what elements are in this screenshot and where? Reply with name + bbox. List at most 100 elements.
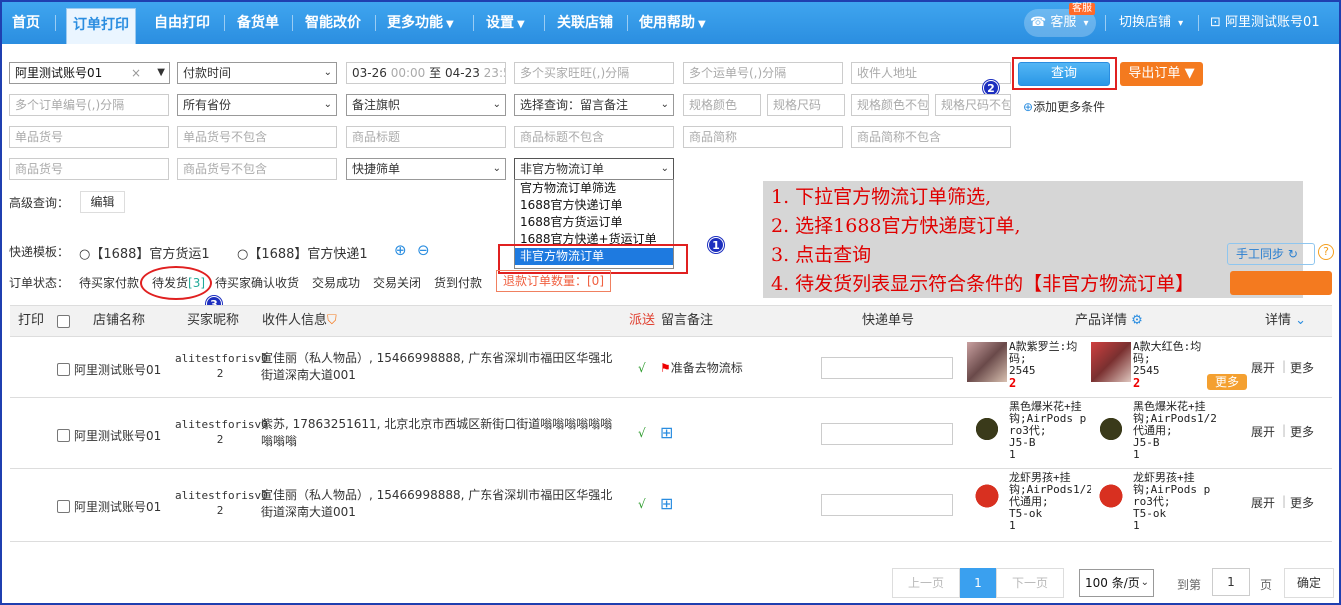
dropdown-option[interactable]: 1688官方快递订单	[515, 197, 673, 214]
spec-color-not-input[interactable]: 规格颜色不包含	[851, 94, 929, 116]
nav-linked-shops[interactable]: 关联店铺	[557, 2, 613, 44]
radio-icon[interactable]: ○	[237, 247, 248, 262]
date-range-input[interactable]: 03-26 00:00 至 04-23 23:59	[346, 62, 506, 84]
dropdown-option[interactable]: 官方物流订单筛选	[515, 180, 673, 197]
nav-separator	[1198, 15, 1199, 31]
row-checkbox[interactable]	[57, 429, 70, 442]
gear-icon[interactable]: ⚙	[1131, 313, 1143, 328]
nav-more-features-label: 更多功能	[387, 15, 443, 31]
logistics-select[interactable]: 非官方物流订单 ⌄	[514, 158, 674, 180]
orders-input[interactable]: 多个订单编号(,)分隔	[9, 94, 169, 116]
tab-awaiting-receipt[interactable]: 待买家确认收货	[215, 274, 299, 291]
nav-order-print[interactable]: 订单打印	[66, 8, 136, 44]
clear-icon[interactable]: ×	[131, 63, 141, 83]
current-page-button[interactable]: 1	[960, 568, 996, 598]
tab-completed[interactable]: 交易成功	[312, 274, 360, 291]
page-number-input[interactable]: 1	[1212, 568, 1250, 596]
instruction-line: 2. 选择1688官方快递度订单,	[771, 215, 1021, 237]
expand-link[interactable]: 展开	[1251, 423, 1275, 440]
select-query-select[interactable]: 选择查询：留言备注 ⌄	[514, 94, 674, 116]
switch-shop-button[interactable]: 切换店铺 ▾	[1119, 2, 1183, 44]
nav-settings[interactable]: 设置 ▼	[486, 2, 525, 44]
table-row: 阿里测试账号01 alitestforisv0 2 宣佳丽（私人物品）, 1546…	[10, 470, 1332, 542]
caret-down-icon: ▼	[157, 67, 165, 78]
add-remark-icon[interactable]: ⊞	[660, 423, 673, 442]
expand-link[interactable]: 展开	[1251, 359, 1275, 376]
next-page-button[interactable]: 下一页	[996, 568, 1064, 598]
title-input[interactable]: 商品标题	[346, 126, 506, 148]
more-products-badge[interactable]: 更多	[1207, 374, 1248, 390]
title-not-input[interactable]: 商品标题不包含	[514, 126, 674, 148]
template-option-express[interactable]: ○【1688】官方快递1	[237, 243, 368, 262]
remark-flag-select[interactable]: 备注旗帜 ⌄	[346, 94, 506, 116]
product-thumbnail	[967, 405, 1007, 445]
nav-more-features[interactable]: 更多功能 ▼	[387, 2, 454, 44]
account-menu[interactable]: ⊡ 阿里测试账号01	[1210, 2, 1320, 44]
dropdown-option[interactable]: 1688官方货运订单	[515, 214, 673, 231]
confirm-page-button[interactable]: 确定	[1284, 568, 1334, 598]
nav-smart-price[interactable]: 智能改价	[305, 2, 361, 44]
refund-count-button[interactable]: 退款订单数量：[0]	[496, 270, 611, 292]
export-orders-button[interactable]: 导出订单 ▼	[1120, 62, 1203, 86]
item-no-input[interactable]: 商品货号	[9, 158, 169, 180]
quick-filter-select[interactable]: 快捷筛单 ⌄	[346, 158, 506, 180]
expand-link[interactable]: 展开	[1251, 494, 1275, 511]
user-icon: ⊡	[1210, 15, 1221, 30]
export-orders-label: 导出订单	[1128, 66, 1181, 81]
nav-home[interactable]: 首页	[12, 2, 40, 44]
add-more-conditions[interactable]: ⊕添加更多条件	[1023, 98, 1105, 115]
template-option-freight[interactable]: ○【1688】官方货运1	[79, 243, 210, 262]
link-divider: |	[1282, 359, 1287, 373]
province-select[interactable]: 所有省份 ⌄	[177, 94, 337, 116]
time-type-select[interactable]: 付款时间 ⌄	[177, 62, 337, 84]
nav-free-print[interactable]: 自由打印	[154, 2, 210, 44]
prev-page-button[interactable]: 上一页	[892, 568, 960, 598]
tab-closed[interactable]: 交易关闭	[373, 274, 421, 291]
remove-template-icon[interactable]: ⊖	[417, 241, 430, 259]
waybill-input[interactable]	[821, 494, 953, 516]
row-checkbox[interactable]	[57, 500, 70, 513]
buyers-input[interactable]: 多个买家旺旺(,)分隔	[514, 62, 674, 84]
waybills-input[interactable]: 多个运单号(,)分隔	[683, 62, 843, 84]
highlight-query-button	[1012, 57, 1117, 90]
template-label: 快递模板：	[9, 245, 70, 259]
item-no-not-input[interactable]: 商品货号不包含	[177, 158, 337, 180]
edit-button[interactable]: 编辑	[80, 191, 125, 213]
spec-size-not-input[interactable]: 规格尺码不包含	[935, 94, 1011, 116]
page-unit-label: 页	[1260, 578, 1273, 592]
col-waybill: 快递单号	[862, 313, 915, 328]
spec-size-input[interactable]: 规格尺码	[767, 94, 845, 116]
tab-cod[interactable]: 货到付款	[434, 274, 482, 291]
sku-input[interactable]: 单品货号	[9, 126, 169, 148]
app-window: 首页 订单打印 自由打印 备货单 智能改价 更多功能 ▼ 设置 ▼ 关联店铺 使用帮…	[0, 0, 1341, 605]
radio-icon[interactable]: ○	[79, 247, 90, 262]
help-icon[interactable]: ?	[1318, 244, 1334, 260]
print-action-button[interactable]	[1230, 271, 1332, 295]
product-desc: A款紫罗兰:均 码; 2545 2	[1009, 341, 1091, 390]
double-chevron-down-icon[interactable]: ⌄	[1295, 313, 1306, 328]
product-line: 1	[1133, 448, 1140, 461]
short-name-input[interactable]: 商品简称	[683, 126, 843, 148]
spec-color-input[interactable]: 规格颜色	[683, 94, 761, 116]
more-link[interactable]: 更多	[1290, 359, 1314, 376]
nav-separator	[55, 15, 56, 31]
sku-not-input[interactable]: 单品货号不包含	[177, 126, 337, 148]
shop-select[interactable]: 阿里测试账号01 × ▼	[9, 62, 170, 84]
manual-sync-button[interactable]: 手工同步 ↻	[1227, 243, 1315, 265]
more-link[interactable]: 更多	[1290, 423, 1314, 440]
nav-stock-list[interactable]: 备货单	[237, 2, 279, 44]
short-name-not-input[interactable]: 商品简称不包含	[851, 126, 1011, 148]
product-line: 1	[1009, 448, 1016, 461]
row-checkbox[interactable]	[57, 363, 70, 376]
add-template-icon[interactable]: ⊕	[394, 241, 407, 259]
nav-separator	[627, 15, 628, 31]
tab-awaiting-payment[interactable]: 待买家付款	[79, 274, 139, 291]
product-qty: 2	[1133, 376, 1141, 390]
waybill-input[interactable]	[821, 423, 953, 445]
more-link[interactable]: 更多	[1290, 494, 1314, 511]
nav-help[interactable]: 使用帮助 ▼	[639, 2, 706, 44]
add-remark-icon[interactable]: ⊞	[660, 494, 673, 513]
waybill-input[interactable]	[821, 357, 953, 379]
page-size-select[interactable]: 100 条/页 ⌄	[1079, 569, 1154, 597]
select-all-checkbox[interactable]	[57, 315, 70, 328]
